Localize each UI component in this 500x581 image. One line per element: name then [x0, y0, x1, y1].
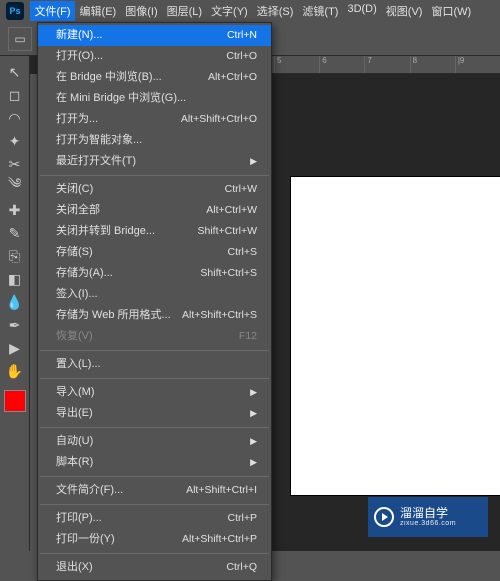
- menu-滤镜(T)[interactable]: 滤镜(T): [298, 1, 343, 21]
- menu-编辑(E)[interactable]: 编辑(E): [75, 1, 121, 21]
- menu-item-关闭全部[interactable]: 关闭全部Alt+Ctrl+W: [38, 200, 271, 221]
- tool-preset-icon[interactable]: ▭: [8, 27, 32, 51]
- document-canvas[interactable]: [290, 176, 500, 496]
- menu-item-恢复(V): 恢复(V)F12: [38, 326, 271, 347]
- menu-item-存储为(A)...[interactable]: 存储为(A)...Shift+Ctrl+S: [38, 263, 271, 284]
- hand-tool[interactable]: ✋: [4, 361, 26, 381]
- menu-选择(S)[interactable]: 选择(S): [252, 1, 298, 21]
- watermark-sub: zixue.3d66.com: [400, 520, 456, 528]
- menu-item-打开(O)...[interactable]: 打开(O)...Ctrl+O: [38, 46, 271, 67]
- menu-item-打开为智能对象...[interactable]: 打开为智能对象...: [38, 130, 271, 151]
- menubar: Ps 文件(F)编辑(E)图像(I)图层(L)文字(Y)选择(S)滤镜(T)3D…: [0, 0, 500, 22]
- eyedropper-tool[interactable]: ༄: [4, 177, 26, 197]
- menu-文字(Y)[interactable]: 文字(Y): [207, 1, 253, 21]
- foreground-color-swatch[interactable]: [4, 390, 26, 412]
- menu-窗口(W)[interactable]: 窗口(W): [427, 1, 476, 21]
- eraser-tool[interactable]: ◧: [4, 269, 26, 289]
- menu-图层(L)[interactable]: 图层(L): [162, 1, 206, 21]
- menu-item-文件简介(F)...[interactable]: 文件简介(F)...Alt+Shift+Ctrl+I: [38, 480, 271, 501]
- pen-tool[interactable]: ✒: [4, 315, 26, 335]
- app-logo: Ps: [6, 2, 24, 20]
- menu-3D(D)[interactable]: 3D(D): [343, 1, 381, 21]
- marquee-tool[interactable]: ◻: [4, 85, 26, 105]
- healing-brush-tool[interactable]: ✚: [4, 200, 26, 220]
- menu-item-退出(X)[interactable]: 退出(X)Ctrl+Q: [38, 557, 271, 578]
- menu-item-导出(E)[interactable]: 导出(E)▶: [38, 403, 271, 424]
- menu-item-存储为 Web 所用格式...[interactable]: 存储为 Web 所用格式...Alt+Shift+Ctrl+S: [38, 305, 271, 326]
- menu-item-最近打开文件(T)[interactable]: 最近打开文件(T)▶: [38, 151, 271, 172]
- brush-tool[interactable]: ✎: [4, 223, 26, 243]
- menu-item-打开为...[interactable]: 打开为...Alt+Shift+Ctrl+O: [38, 109, 271, 130]
- path-selection-tool[interactable]: ▶: [4, 338, 26, 358]
- menu-item-导入(M)[interactable]: 导入(M)▶: [38, 382, 271, 403]
- menu-item-在 Bridge 中浏览(B)...[interactable]: 在 Bridge 中浏览(B)...Alt+Ctrl+O: [38, 67, 271, 88]
- clone-stamp-tool[interactable]: ⎘: [4, 246, 26, 266]
- menu-item-新建(N)...[interactable]: 新建(N)...Ctrl+N: [38, 25, 271, 46]
- menu-item-签入(I)...[interactable]: 签入(I)...: [38, 284, 271, 305]
- menu-item-打印(P)...[interactable]: 打印(P)...Ctrl+P: [38, 508, 271, 529]
- menu-item-脚本(R)[interactable]: 脚本(R)▶: [38, 452, 271, 473]
- menu-item-打印一份(Y)[interactable]: 打印一份(Y)Alt+Shift+Ctrl+P: [38, 529, 271, 550]
- watermark-title: 溜溜自学: [400, 507, 456, 520]
- menu-item-关闭并转到 Bridge...[interactable]: 关闭并转到 Bridge...Shift+Ctrl+W: [38, 221, 271, 242]
- magic-wand-tool[interactable]: ✦: [4, 131, 26, 151]
- menu-item-自动(U)[interactable]: 自动(U)▶: [38, 431, 271, 452]
- tools-panel: ↖ ◻ ◠ ✦ ✂ ༄ ✚ ✎ ⎘ ◧ 💧 ✒ ▶ ✋: [0, 56, 30, 551]
- menu-视图(V)[interactable]: 视图(V): [381, 1, 427, 21]
- watermark: 溜溜自学 zixue.3d66.com: [368, 497, 488, 537]
- menu-item-置入(L)...[interactable]: 置入(L)...: [38, 354, 271, 375]
- blur-tool[interactable]: 💧: [4, 292, 26, 312]
- lasso-tool[interactable]: ◠: [4, 108, 26, 128]
- menu-文件(F)[interactable]: 文件(F): [30, 1, 75, 21]
- play-icon: [374, 507, 394, 527]
- move-tool[interactable]: ↖: [4, 62, 26, 82]
- menu-item-关闭(C)[interactable]: 关闭(C)Ctrl+W: [38, 179, 271, 200]
- file-menu-dropdown: 新建(N)...Ctrl+N打开(O)...Ctrl+O在 Bridge 中浏览…: [37, 22, 272, 581]
- menu-图像(I)[interactable]: 图像(I): [121, 1, 162, 21]
- menu-item-在 Mini Bridge 中浏览(G)...[interactable]: 在 Mini Bridge 中浏览(G)...: [38, 88, 271, 109]
- menu-item-存储(S)[interactable]: 存储(S)Ctrl+S: [38, 242, 271, 263]
